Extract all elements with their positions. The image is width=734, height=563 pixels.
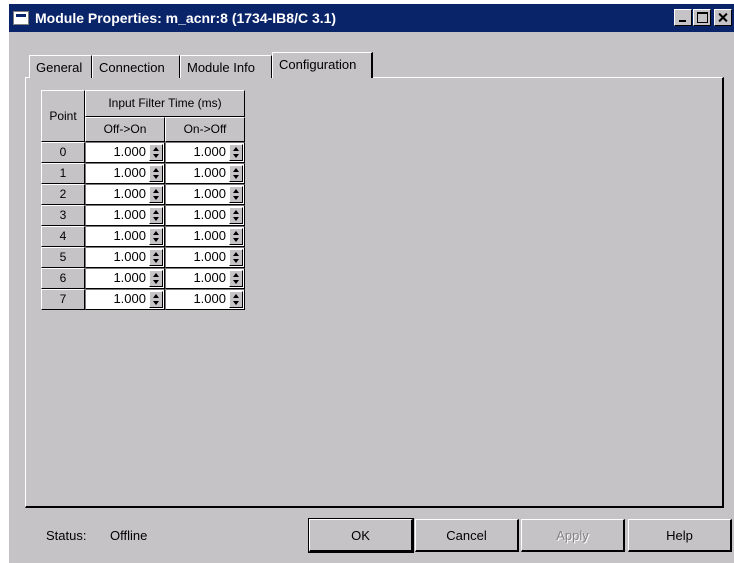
close-icon[interactable] <box>714 9 732 26</box>
spin-arrows-icon[interactable] <box>229 207 243 224</box>
ok-button[interactable]: OK <box>308 518 414 553</box>
filter-time-value[interactable]: 1.000 <box>113 143 146 161</box>
on-off-filter-spinbox[interactable]: 1.000 <box>165 205 245 226</box>
title-bar[interactable]: Module Properties: m_acnr:8 (1734-IB8/C … <box>9 4 734 32</box>
window-title: Module Properties: m_acnr:8 (1734-IB8/C … <box>35 10 337 26</box>
filter-time-value[interactable]: 1.000 <box>193 269 226 287</box>
spin-arrows-icon[interactable] <box>149 228 163 245</box>
off-on-column-header: Off->On <box>85 117 165 142</box>
spin-arrows-icon[interactable] <box>229 291 243 308</box>
filter-time-value[interactable]: 1.000 <box>113 290 146 308</box>
minimize-icon[interactable] <box>674 9 692 26</box>
status-label: Status: <box>46 528 87 543</box>
filter-time-value[interactable]: 1.000 <box>193 227 226 245</box>
spin-arrows-icon[interactable] <box>149 144 163 161</box>
spin-arrows-icon[interactable] <box>229 249 243 266</box>
point-cell: 2 <box>41 184 85 205</box>
spin-arrows-icon[interactable] <box>229 186 243 203</box>
point-column-header: Point <box>41 90 85 142</box>
point-cell: 5 <box>41 247 85 268</box>
off-on-filter-spinbox[interactable]: 1.000 <box>85 289 165 310</box>
on-off-filter-spinbox[interactable]: 1.000 <box>165 247 245 268</box>
filter-time-value[interactable]: 1.000 <box>193 143 226 161</box>
point-cell: 7 <box>41 289 85 310</box>
on-off-filter-spinbox[interactable]: 1.000 <box>165 163 245 184</box>
filter-time-value[interactable]: 1.000 <box>193 290 226 308</box>
filter-time-value[interactable]: 1.000 <box>193 185 226 203</box>
filter-time-value[interactable]: 1.000 <box>113 269 146 287</box>
spin-arrows-icon[interactable] <box>229 144 243 161</box>
apply-button[interactable]: Apply <box>521 519 625 552</box>
spin-arrows-icon[interactable] <box>229 228 243 245</box>
filter-time-value[interactable]: 1.000 <box>113 185 146 203</box>
filter-time-value[interactable]: 1.000 <box>193 206 226 224</box>
point-cell: 4 <box>41 226 85 247</box>
filter-time-value[interactable]: 1.000 <box>113 248 146 266</box>
filter-time-value[interactable]: 1.000 <box>113 227 146 245</box>
tab-connection[interactable]: Connection <box>92 55 180 78</box>
spin-arrows-icon[interactable] <box>149 186 163 203</box>
tab-general[interactable]: General <box>29 55 92 78</box>
point-cell: 6 <box>41 268 85 289</box>
on-off-filter-spinbox[interactable]: 1.000 <box>165 226 245 247</box>
spin-arrows-icon[interactable] <box>149 207 163 224</box>
off-on-filter-spinbox[interactable]: 1.000 <box>85 205 165 226</box>
spin-arrows-icon[interactable] <box>149 291 163 308</box>
point-cell: 0 <box>41 142 85 163</box>
input-filter-time-header: Input Filter Time (ms) <box>85 90 245 117</box>
off-on-filter-spinbox[interactable]: 1.000 <box>85 163 165 184</box>
cancel-button[interactable]: Cancel <box>415 519 519 552</box>
help-button[interactable]: Help <box>628 519 732 552</box>
spin-arrows-icon[interactable] <box>149 249 163 266</box>
point-cell: 3 <box>41 205 85 226</box>
on-off-filter-spinbox[interactable]: 1.000 <box>165 289 245 310</box>
tab-configuration[interactable]: Configuration <box>272 52 373 78</box>
off-on-filter-spinbox[interactable]: 1.000 <box>85 142 165 163</box>
spin-arrows-icon[interactable] <box>229 165 243 182</box>
on-off-filter-spinbox[interactable]: 1.000 <box>165 268 245 289</box>
filter-time-value[interactable]: 1.000 <box>193 248 226 266</box>
on-off-filter-spinbox[interactable]: 1.000 <box>165 184 245 205</box>
tab-module-info[interactable]: Module Info <box>180 55 272 78</box>
point-cell: 1 <box>41 163 85 184</box>
maximize-icon[interactable] <box>693 9 711 26</box>
filter-time-value[interactable]: 1.000 <box>113 206 146 224</box>
spin-arrows-icon[interactable] <box>149 270 163 287</box>
off-on-filter-spinbox[interactable]: 1.000 <box>85 268 165 289</box>
window-app-icon <box>13 11 29 25</box>
status-value: Offline <box>110 528 148 543</box>
on-off-filter-spinbox[interactable]: 1.000 <box>165 142 245 163</box>
filter-time-value[interactable]: 1.000 <box>113 164 146 182</box>
off-on-filter-spinbox[interactable]: 1.000 <box>85 226 165 247</box>
spin-arrows-icon[interactable] <box>229 270 243 287</box>
spin-arrows-icon[interactable] <box>149 165 163 182</box>
on-off-column-header: On->Off <box>165 117 245 142</box>
off-on-filter-spinbox[interactable]: 1.000 <box>85 184 165 205</box>
off-on-filter-spinbox[interactable]: 1.000 <box>85 247 165 268</box>
filter-time-value[interactable]: 1.000 <box>193 164 226 182</box>
